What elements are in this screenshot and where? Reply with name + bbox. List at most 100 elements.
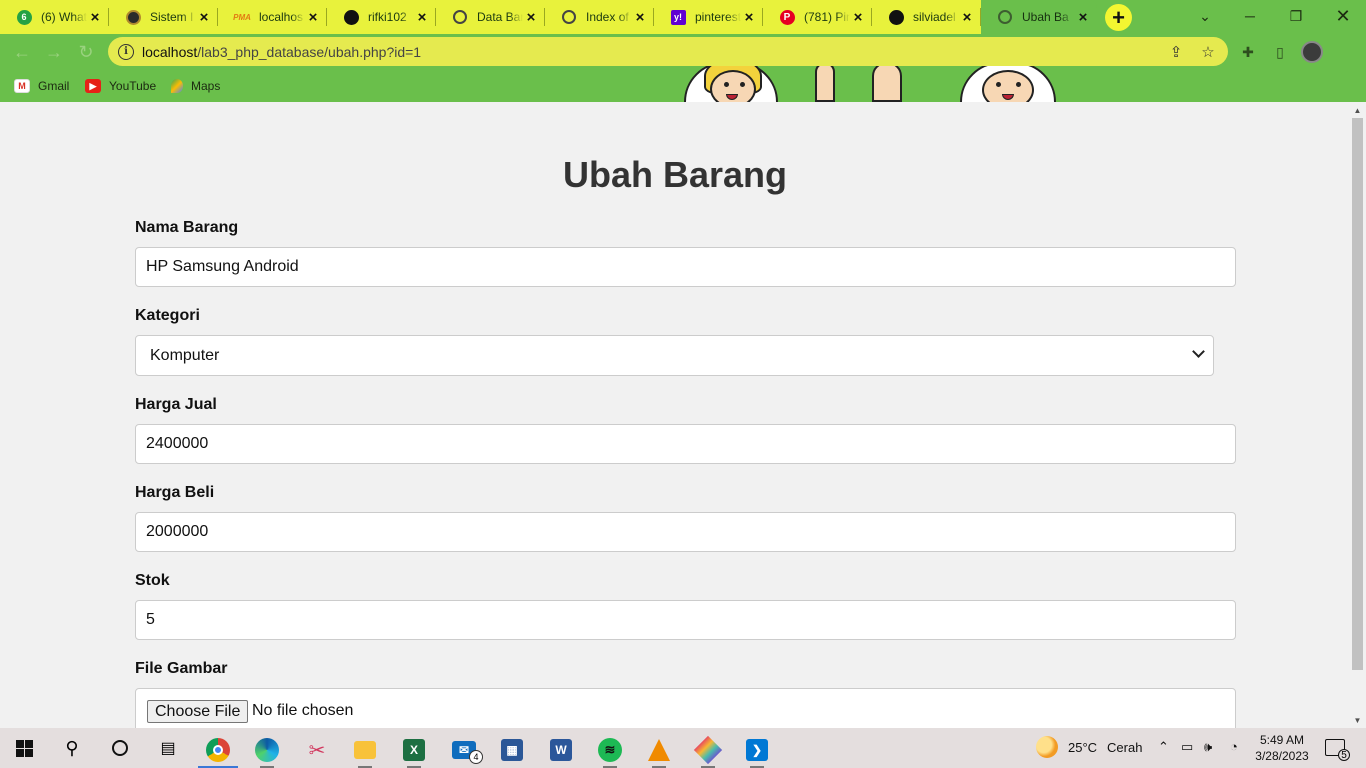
nama-barang-input[interactable]: HP Samsung Android	[135, 247, 1236, 287]
vertical-scrollbar[interactable]: ▲ ▼	[1349, 102, 1366, 728]
address-url: localhost/lab3_php_database/ubah.php?id=…	[142, 44, 421, 60]
weather-widget[interactable]: 25°C Cerah	[1036, 736, 1142, 758]
window-close-button[interactable]: ✕	[1320, 0, 1366, 32]
whatsapp-icon: 6	[16, 9, 32, 25]
bookmark-star-icon[interactable]: ☆	[1198, 42, 1218, 62]
github-icon	[888, 9, 904, 25]
excel-icon[interactable]: X	[391, 732, 437, 768]
tab-search-icon[interactable]: ⌄	[1182, 0, 1228, 32]
tab-phpmyadmin[interactable]: PMA localhos ×	[218, 0, 327, 34]
tab-whatsapp[interactable]: 6 (6) What ×	[0, 0, 109, 34]
scrollbar-thumb[interactable]	[1352, 118, 1363, 670]
close-icon[interactable]: ×	[523, 9, 539, 26]
clock-date: 3/28/2023	[1255, 749, 1309, 763]
close-icon[interactable]: ×	[87, 9, 103, 26]
back-button[interactable]: ←	[8, 38, 36, 66]
address-bar[interactable]: i localhost/lab3_php_database/ubah.php?i…	[108, 37, 1228, 66]
search-icon[interactable]: ⚲	[49, 730, 95, 766]
tab-data-barang[interactable]: Data Bar ×	[436, 0, 545, 34]
phpmyadmin-icon: PMA	[233, 12, 251, 22]
windows-start-icon[interactable]	[1, 730, 47, 766]
system-clock[interactable]: 5:49 AM 3/28/2023	[1252, 732, 1312, 764]
harga-jual-input[interactable]: 2400000	[135, 424, 1236, 464]
address-host: localhost	[142, 43, 198, 60]
vscode-icon[interactable]: ❯	[734, 732, 780, 768]
profile-avatar[interactable]	[1301, 41, 1323, 63]
tab-title: rifki102	[368, 10, 407, 24]
bookmark-youtube[interactable]: ▶ YouTube	[85, 76, 156, 96]
file-status: No file chosen	[252, 702, 354, 719]
tab-title: Data Bar	[477, 10, 523, 24]
wifi-icon[interactable]: ◔	[1230, 739, 1238, 754]
close-icon[interactable]: ×	[196, 9, 212, 26]
forward-button[interactable]: →	[40, 38, 68, 66]
battery-icon[interactable]: ▭	[1181, 739, 1193, 755]
tab-title: pinterest	[695, 10, 741, 24]
extensions-icon[interactable]: ✚	[1238, 42, 1258, 62]
task-view-icon[interactable]: ▤	[145, 730, 191, 766]
restore-button[interactable]: ❐	[1273, 0, 1319, 32]
paint-icon[interactable]	[685, 732, 731, 768]
new-tab-button[interactable]: +	[1105, 4, 1132, 31]
reload-button[interactable]: ↻	[72, 38, 100, 66]
spotify-icon[interactable]: ≋	[587, 732, 633, 768]
scroll-up-icon[interactable]: ▲	[1349, 102, 1366, 118]
nama-barang-label: Nama Barang	[135, 219, 239, 236]
chevron-up-icon[interactable]: ⌃	[1158, 739, 1169, 755]
notification-center-icon[interactable]: 5	[1325, 739, 1350, 761]
university-icon	[125, 9, 141, 25]
globe-icon	[561, 9, 577, 25]
close-icon[interactable]: ×	[741, 9, 757, 26]
close-icon[interactable]: ×	[850, 9, 866, 26]
close-icon[interactable]: ×	[632, 9, 648, 26]
cortana-icon[interactable]	[97, 730, 143, 766]
harga-jual-label: Harga Jual	[135, 396, 217, 413]
weather-temp: 25°C	[1068, 739, 1098, 755]
close-icon[interactable]: ×	[305, 9, 321, 26]
bookmark-gmail[interactable]: M Gmail	[14, 76, 69, 96]
stok-label: Stok	[135, 572, 170, 589]
tab-title: Index of	[586, 10, 629, 24]
kategori-label: Kategori	[135, 307, 200, 324]
kategori-select[interactable]: Komputer	[135, 335, 1214, 376]
browser-toolbar: ← → ↻ i localhost/lab3_php_database/ubah…	[0, 34, 1366, 70]
harga-beli-input[interactable]: 2000000	[135, 512, 1236, 552]
share-icon[interactable]: ⇪	[1166, 42, 1186, 62]
word-icon[interactable]: W	[538, 732, 584, 768]
tab-github-rifki[interactable]: rifki102 ×	[327, 0, 436, 34]
edge-icon[interactable]	[244, 732, 290, 768]
file-gambar-field: Choose File No file chosen	[135, 688, 1236, 728]
stok-input[interactable]: 5	[135, 600, 1236, 640]
tab-title: silviadel	[913, 10, 956, 24]
page-viewport: Ubah Barang Nama Barang HP Samsung Andro…	[0, 102, 1366, 728]
scroll-down-icon[interactable]: ▼	[1349, 712, 1366, 728]
site-info-icon[interactable]: i	[118, 43, 134, 60]
tab-pinterest[interactable]: P (781) Pin ×	[763, 0, 872, 34]
vlc-icon[interactable]	[636, 732, 682, 768]
file-explorer-icon[interactable]	[342, 732, 388, 768]
tab-strip: 6 (6) What × Sistem I × PMA localhos × r…	[0, 0, 1366, 34]
close-icon[interactable]: ×	[959, 9, 975, 26]
bookmark-label: YouTube	[109, 79, 157, 93]
tab-title: (6) What	[41, 10, 87, 24]
close-icon[interactable]: ×	[414, 9, 430, 26]
close-icon[interactable]: ×	[1075, 9, 1091, 26]
minimize-button[interactable]: ─	[1227, 0, 1273, 32]
choose-file-button[interactable]: Choose File	[147, 700, 249, 723]
chevron-down-icon	[1192, 345, 1205, 358]
snipping-tool-icon[interactable]: ✂	[294, 732, 340, 768]
tab-ubah-barang[interactable]: Ubah Ba ×	[981, 0, 1097, 34]
volume-icon[interactable]: 🕪	[1204, 739, 1212, 755]
tab-github-silvia[interactable]: silviadel ×	[872, 0, 981, 34]
tab-index-of[interactable]: Index of ×	[545, 0, 654, 34]
store-icon[interactable]: ▦	[489, 732, 535, 768]
side-panel-icon[interactable]: ▯	[1270, 42, 1290, 62]
tab-yahoo-pinterest[interactable]: y! pinterest ×	[654, 0, 763, 34]
mail-icon[interactable]: ✉ 4	[441, 732, 487, 768]
gmail-icon: M	[14, 79, 30, 93]
pinterest-icon: P	[779, 9, 795, 25]
mail-badge: 4	[469, 750, 483, 764]
bookmark-maps[interactable]: Maps	[171, 76, 220, 96]
chrome-icon[interactable]	[195, 732, 241, 768]
tab-sistem[interactable]: Sistem I ×	[109, 0, 218, 34]
